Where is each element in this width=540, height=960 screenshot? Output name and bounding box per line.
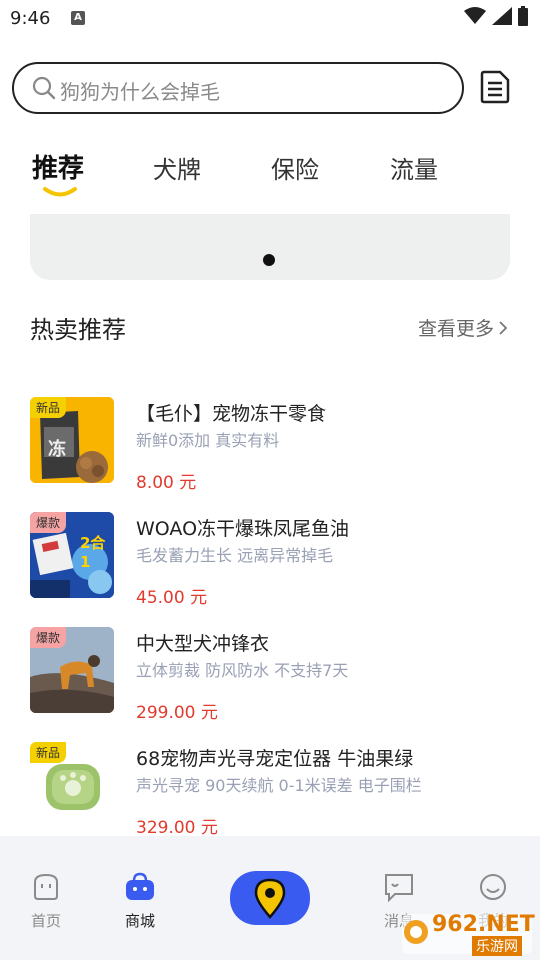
location-pin-icon (254, 878, 286, 919)
nav-home-label: 首页 (30, 912, 61, 930)
watermark-main: 962.NET (432, 912, 535, 937)
product-thumbnail: 爆款 (30, 627, 114, 713)
product-title: 中大型犬冲锋衣 (136, 633, 270, 655)
product-price: 329.00 元 (136, 818, 218, 838)
home-face-icon (34, 873, 58, 900)
product-item[interactable]: 2合1 爆款 WOAO冻干爆珠凤尾鱼油 毛发蓄力生长 远离异常掉毛 45.00 … (30, 512, 520, 608)
package-text: 2合1 (80, 534, 106, 571)
product-thumbnail: 新品 (30, 742, 114, 828)
product-price: 299.00 元 (136, 703, 218, 723)
nav-shop[interactable]: 商城 (110, 872, 170, 931)
product-badge: 爆款 (30, 512, 67, 533)
product-subtitle: 新鲜0添加 真实有料 (136, 431, 280, 450)
view-more-link[interactable]: 查看更多 (418, 314, 508, 341)
message-icon (385, 874, 413, 903)
status-icons (464, 6, 528, 26)
product-price: 8.00 元 (136, 473, 197, 493)
product-item[interactable]: 新品 68宠物声光寻宠定位器 牛油果绿 声光寻宠 90天续航 0-1米误差 电子… (30, 742, 520, 838)
tab-recommend[interactable]: 推荐 (32, 148, 84, 185)
nav-home[interactable]: 首页 (16, 872, 76, 931)
tab-insurance[interactable]: 保险 (271, 150, 319, 185)
smile-icon (480, 874, 506, 900)
section-title: 热卖推荐 (30, 316, 126, 344)
product-subtitle: 立体剪裁 防风防水 不支持7天 (136, 661, 349, 680)
category-tabs: 推荐 犬牌 保险 流量 (0, 146, 540, 206)
package-text: 冻 (48, 439, 66, 460)
product-subtitle: 声光寻宠 90天续航 0-1米误差 电子围栏 (136, 776, 422, 795)
product-badge: 爆款 (30, 627, 67, 648)
view-more-label: 查看更多 (417, 318, 494, 340)
product-title: 【毛仆】宠物冻干零食 (136, 403, 327, 425)
product-item[interactable]: 爆款 中大型犬冲锋衣 立体剪裁 防风防水 不支持7天 299.00 元 (30, 627, 520, 723)
signal-icon (492, 7, 512, 25)
watermark-logo: 962.NET 乐游网 (402, 910, 535, 956)
product-title: 68宠物声光寻宠定位器 牛油果绿 (136, 748, 414, 770)
notification-icon: A (71, 11, 85, 25)
search-placeholder: 狗狗为什么会掉毛 (60, 80, 220, 104)
status-bar: 9:46 A (0, 0, 540, 40)
product-thumbnail: 冻 新品 (30, 397, 114, 483)
product-subtitle: 毛发蓄力生长 远离异常掉毛 (136, 546, 334, 565)
chevron-right-icon (499, 320, 508, 335)
search-icon (32, 76, 56, 100)
carousel-dot (263, 254, 275, 266)
locate-button[interactable] (230, 871, 310, 925)
product-price: 45.00 元 (136, 588, 208, 608)
watermark-sub: 乐游网 (472, 936, 522, 956)
wifi-icon (464, 7, 486, 24)
battery-icon (518, 6, 528, 26)
product-item[interactable]: 冻 新品 【毛仆】宠物冻干零食 新鲜0添加 真实有料 8.00 元 (30, 397, 520, 493)
product-badge: 新品 (30, 742, 67, 763)
search-input[interactable]: 狗狗为什么会掉毛 (12, 62, 464, 114)
product-badge: 新品 (30, 397, 67, 418)
active-tab-indicator (43, 187, 77, 197)
product-title: WOAO冻干爆珠凤尾鱼油 (136, 518, 350, 540)
tab-dog-tag[interactable]: 犬牌 (153, 150, 201, 185)
product-thumbnail: 2合1 爆款 (30, 512, 114, 598)
nav-shop-label: 商城 (124, 912, 155, 930)
banner-carousel[interactable] (30, 214, 510, 280)
tab-data-plan[interactable]: 流量 (390, 150, 438, 185)
status-time: 9:46 (10, 8, 51, 29)
search-row: 狗狗为什么会掉毛 (12, 62, 528, 116)
shop-bag-icon (126, 872, 154, 900)
document-icon[interactable] (480, 70, 510, 104)
